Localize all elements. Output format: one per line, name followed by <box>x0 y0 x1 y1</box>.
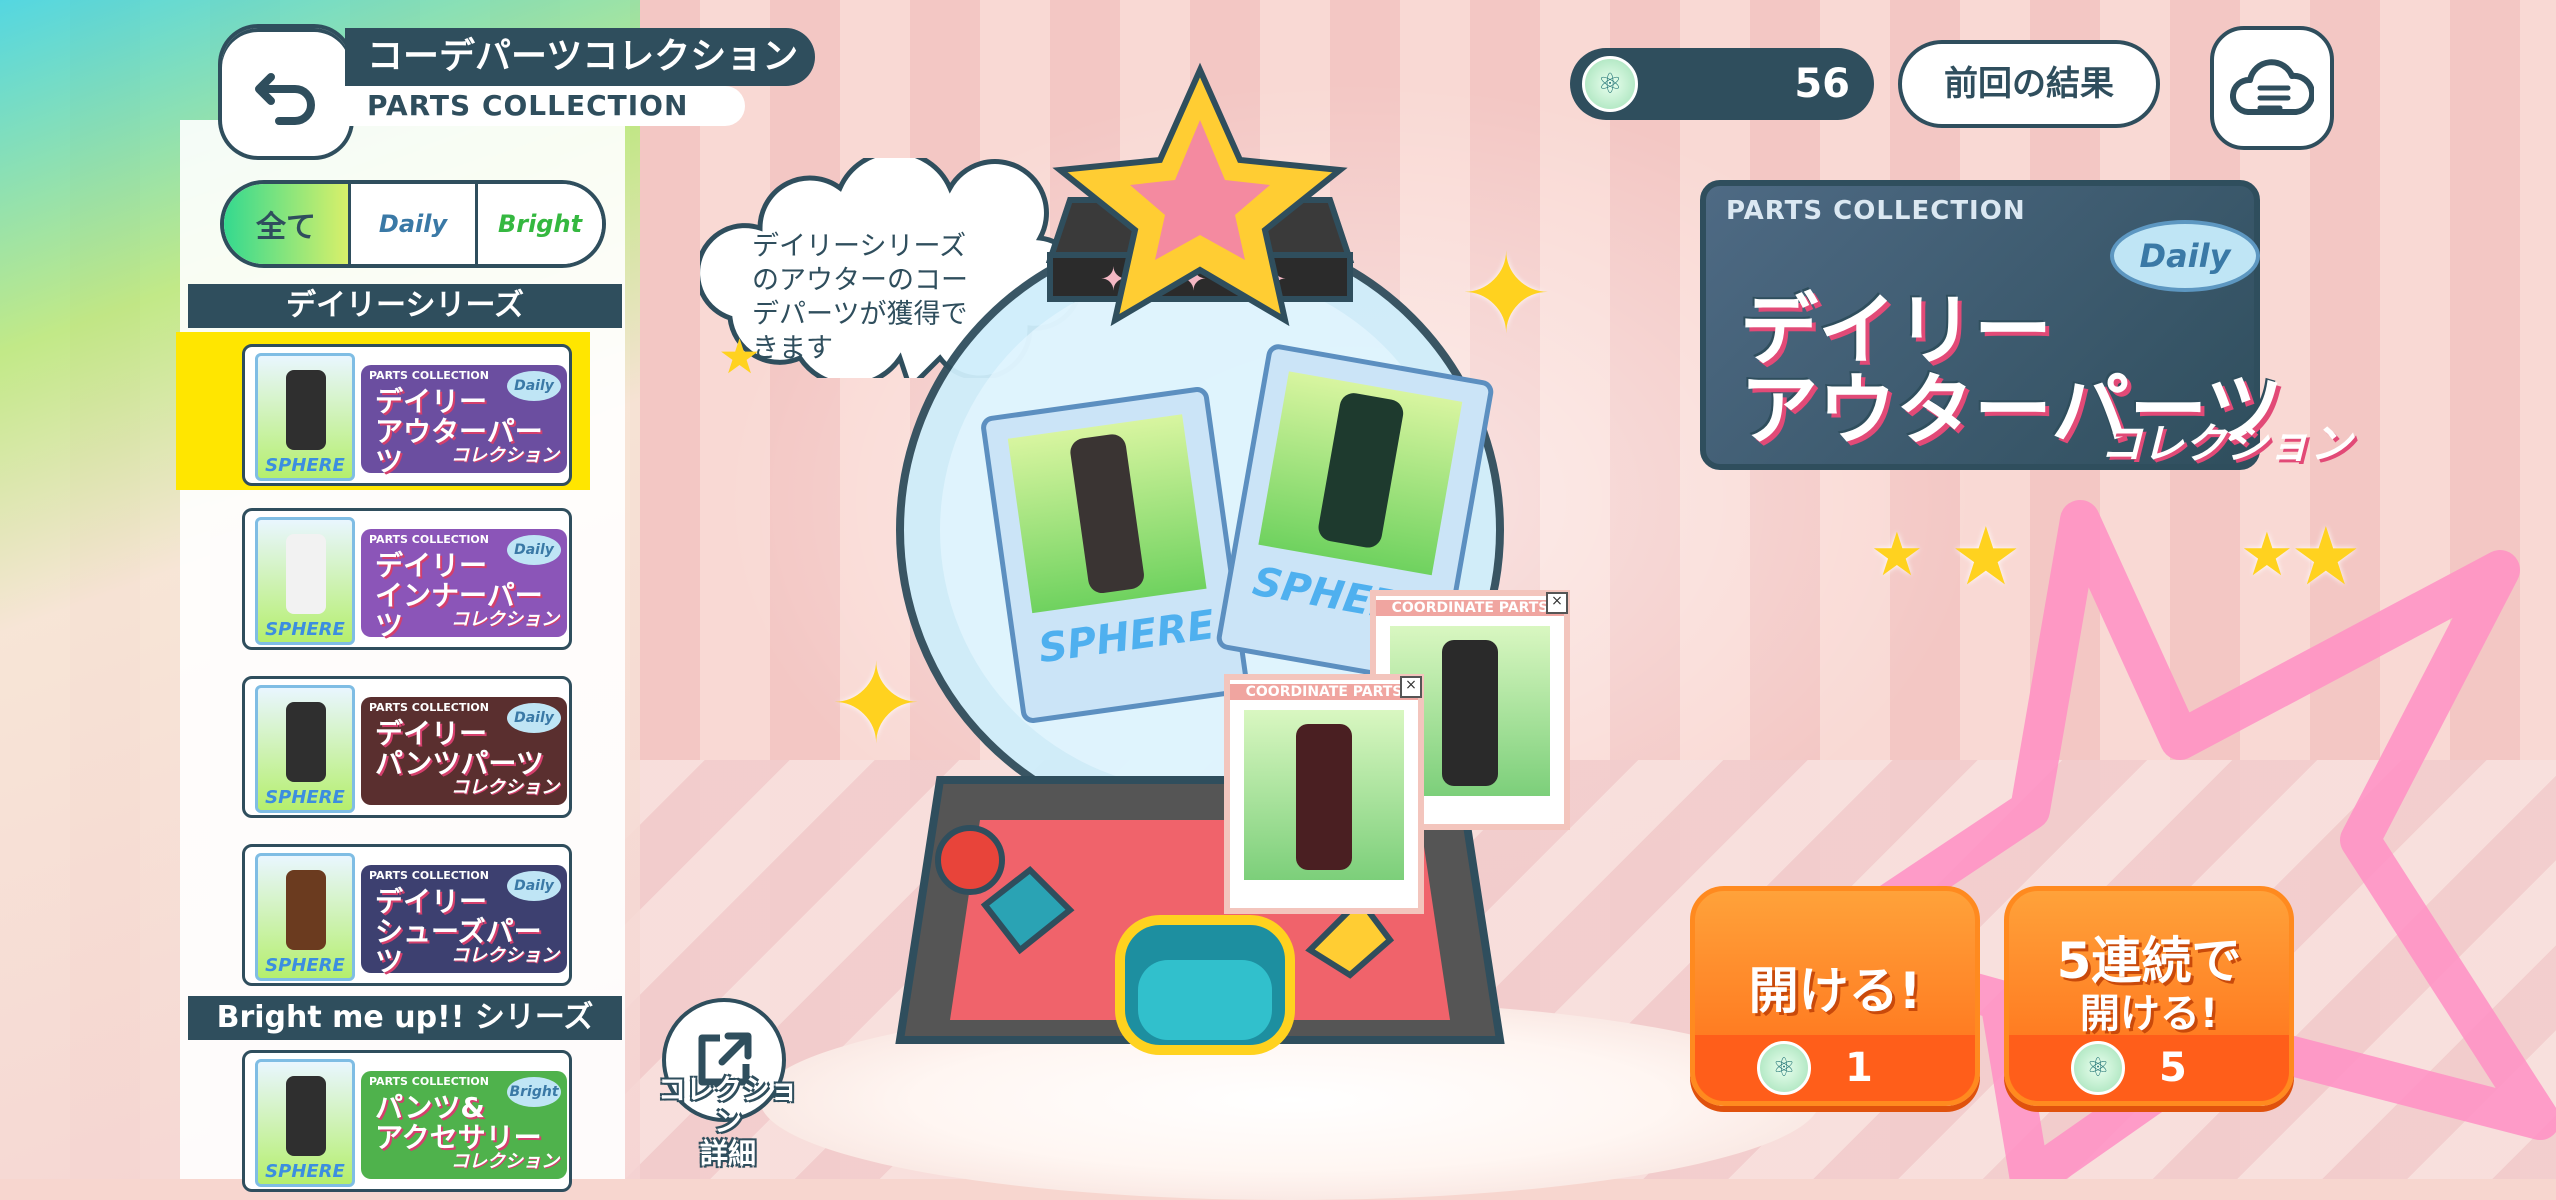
open-once-button[interactable]: 開ける! ⚛ 1 <box>1690 886 1980 1106</box>
cloud-menu-icon <box>2230 59 2314 115</box>
banner-subtitle: コレクション <box>2100 419 2353 468</box>
atom-gem-icon: ⚛ <box>1582 56 1638 112</box>
item-banner: PARTS COLLECTION Daily デイリー アウターパーツ コレクション <box>361 365 567 477</box>
garment-image <box>1007 414 1207 614</box>
item-subtitle: コレクション <box>451 777 559 798</box>
back-arrow-icon <box>255 73 315 125</box>
filter-all-tab[interactable]: 全て <box>224 184 351 264</box>
item-banner: PARTS COLLECTION Bright パンツ& アクセサリー コレクション <box>361 1071 567 1179</box>
cost-bar: ⚛ 1 <box>1695 1035 1975 1101</box>
item-card-label: SPHERE <box>265 619 345 640</box>
filter-bright-tab[interactable]: Bright <box>478 184 602 264</box>
sidebar-collection-item[interactable]: SPHERE PARTS COLLECTION Bright パンツ& アクセサリーコ… <box>242 1050 572 1192</box>
coat-icon <box>1068 432 1146 595</box>
filter-bright-label: Bright <box>497 210 583 238</box>
coordinate-parts-label: COORDINATE PARTS <box>1230 684 1418 700</box>
filter-daily-tab[interactable]: Daily <box>351 184 478 264</box>
atom-gem-icon: ⚛ <box>2071 1041 2125 1095</box>
item-banner: PARTS COLLECTION Daily デイリー パンツパーツ コレクション <box>361 697 567 805</box>
banner-parts-collection-label: PARTS COLLECTION <box>1726 196 2026 226</box>
banner-daily-badge: Daily <box>2110 220 2260 292</box>
garment-image <box>1258 371 1463 576</box>
open-once-label: 開ける! <box>1748 962 1922 1020</box>
sidebar-collection-item[interactable]: SPHERE PARTS COLLECTION Daily デイリー アウターパーツコ… <box>242 344 572 486</box>
previous-result-button[interactable]: 前回の結果 <box>1898 40 2160 128</box>
filter-daily-label: Daily <box>378 210 448 238</box>
currency-value: 56 <box>1794 61 1850 107</box>
item-subtitle: コレクション <box>451 609 559 630</box>
item-card: SPHERE <box>255 685 355 813</box>
item-card-label: SPHERE <box>265 955 345 976</box>
coat-icon <box>1296 724 1352 870</box>
collection-detail-label-line1: コレクション <box>657 1073 798 1138</box>
item-pc-label: PARTS COLLECTION <box>369 869 489 882</box>
garment-icon <box>286 870 326 950</box>
item-subtitle: コレクション <box>451 445 559 466</box>
item-subtitle: コレクション <box>451 945 559 966</box>
garment-icon <box>286 534 326 614</box>
atom-gem-icon: ⚛ <box>1757 1041 1811 1095</box>
sidebar-collection-item[interactable]: SPHERE PARTS COLLECTION Daily デイリー パンツパーツ コレ… <box>242 676 572 818</box>
sidebar-collection-item[interactable]: SPHERE PARTS COLLECTION Daily デイリー シューズパーツコ… <box>242 844 572 986</box>
item-banner: PARTS COLLECTION Daily デイリー インナーパーツ コレクション <box>361 529 567 641</box>
item-card: SPHERE <box>255 1059 355 1187</box>
garment-icon <box>286 702 326 782</box>
item-card: SPHERE <box>255 353 355 481</box>
close-icon: × <box>1546 592 1568 614</box>
sphere-card: SPHERE <box>979 385 1251 725</box>
jacket-icon <box>1316 390 1406 550</box>
sidebar-collection-item[interactable]: SPHERE PARTS COLLECTION Daily デイリー インナーパーツコ… <box>242 508 572 650</box>
garment-image <box>1244 710 1404 880</box>
item-pc-label: PARTS COLLECTION <box>369 1075 489 1088</box>
series-heading-daily: デイリーシリーズ <box>188 284 622 328</box>
item-card: SPHERE <box>255 853 355 981</box>
jacket-icon <box>1442 640 1498 786</box>
item-pc-label: PARTS COLLECTION <box>369 369 489 382</box>
close-icon: × <box>1400 676 1422 698</box>
filter-all-label: 全て <box>256 210 316 245</box>
item-pc-label: PARTS COLLECTION <box>369 701 489 714</box>
item-card: SPHERE <box>255 517 355 645</box>
open-five-button[interactable]: 5連続で 開ける! ⚛ 5 <box>2004 886 2294 1106</box>
item-name: デイリー パンツパーツ <box>375 717 544 780</box>
item-name: パンツ& アクセサリー <box>375 1091 542 1154</box>
coordinate-parts-card: COORDINATE PARTS × <box>1224 674 1424 914</box>
collection-detail-label: コレクション 詳細 <box>648 1074 808 1170</box>
garment-icon <box>286 1076 326 1156</box>
collection-detail-label-line2: 詳細 <box>699 1137 756 1170</box>
open-once-cost: 1 <box>1845 1045 1873 1091</box>
open-five-label-line2: 開ける! <box>2079 991 2219 1037</box>
page-subtitle: PARTS COLLECTION <box>345 86 745 126</box>
item-subtitle: コレクション <box>451 1151 559 1172</box>
open-five-cost: 5 <box>2159 1045 2187 1091</box>
cost-bar: ⚛ 5 <box>2009 1035 2289 1101</box>
page-title: コーデパーツコレクション <box>345 28 815 86</box>
cloud-menu-button[interactable] <box>2210 26 2334 150</box>
item-banner: PARTS COLLECTION Daily デイリー シューズパーツ コレクション <box>361 865 567 977</box>
coordinate-parts-label: COORDINATE PARTS <box>1376 600 1564 616</box>
back-button[interactable] <box>222 28 350 156</box>
garment-icon <box>286 370 326 450</box>
item-pc-label: PARTS COLLECTION <box>369 533 489 546</box>
series-heading-bright: Bright me up!! シリーズ <box>188 996 622 1040</box>
item-card-label: SPHERE <box>265 787 345 808</box>
series-filter: 全て Daily Bright <box>220 180 606 268</box>
item-card-label: SPHERE <box>265 455 345 476</box>
